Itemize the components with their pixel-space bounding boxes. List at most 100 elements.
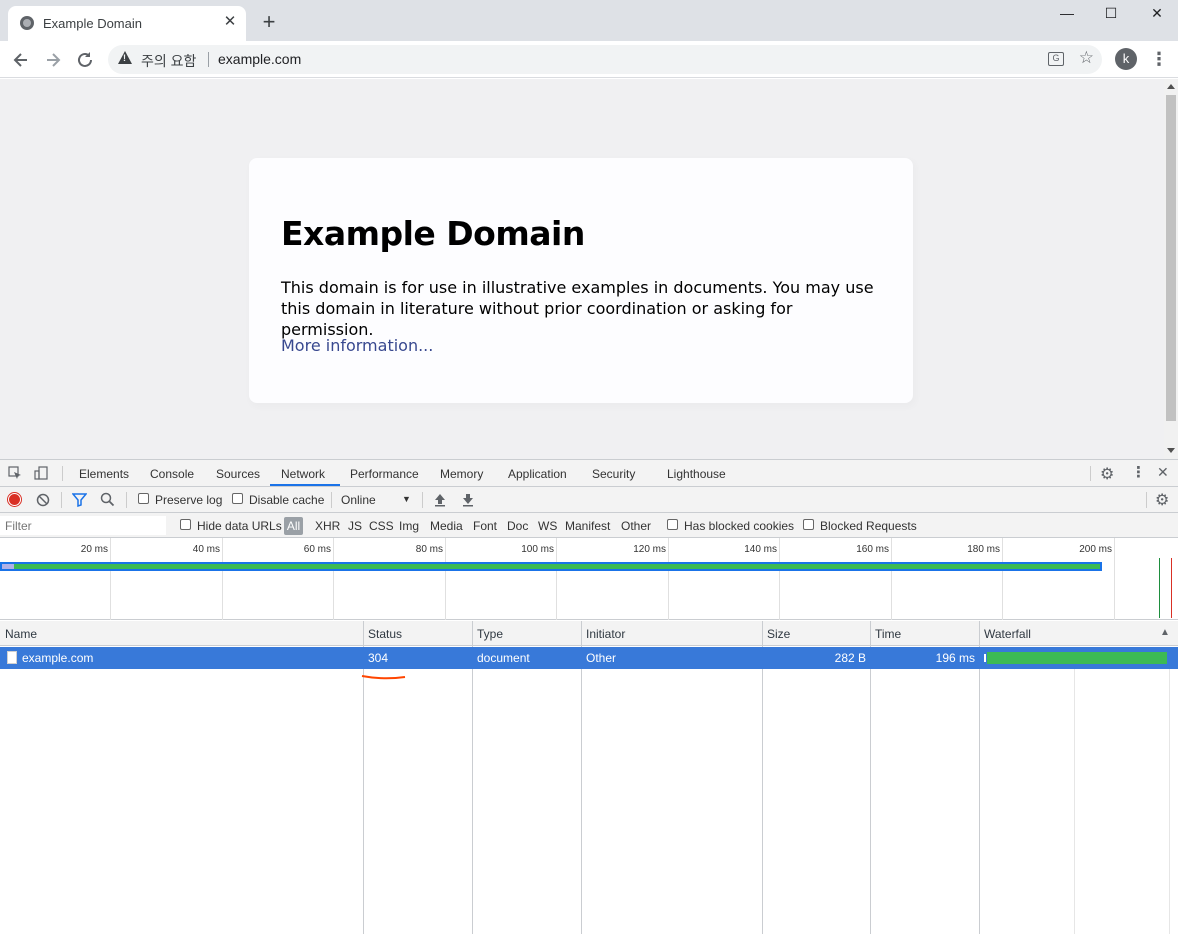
tab-elements[interactable]: Elements bbox=[79, 467, 129, 481]
tab-close-icon[interactable]: ✕ bbox=[222, 14, 238, 30]
hide-data-urls-checkbox[interactable] bbox=[180, 519, 191, 530]
divider bbox=[126, 492, 127, 508]
network-settings-gear-icon[interactable]: ⚙ bbox=[1155, 490, 1169, 510]
back-button[interactable] bbox=[8, 47, 34, 73]
waterfall-bar bbox=[987, 652, 1167, 664]
tab-performance[interactable]: Performance bbox=[350, 467, 419, 481]
throttling-select[interactable]: Online bbox=[341, 493, 376, 507]
filter-type-other[interactable]: Other bbox=[621, 519, 651, 533]
export-har-icon[interactable] bbox=[462, 493, 474, 507]
document-icon bbox=[7, 651, 17, 664]
filter-type-all[interactable]: All bbox=[284, 517, 303, 535]
filter-input[interactable] bbox=[0, 516, 166, 535]
network-overview[interactable]: 20 ms 40 ms 60 ms 80 ms 100 ms 120 ms 14… bbox=[0, 538, 1178, 620]
overview-gridline bbox=[222, 538, 223, 620]
device-toolbar-icon[interactable] bbox=[34, 466, 48, 480]
page-scrollbar[interactable] bbox=[1164, 79, 1178, 459]
waterfall-gridline bbox=[1074, 647, 1075, 934]
column-header-waterfall[interactable]: Waterfall bbox=[984, 627, 1031, 641]
blocked-requests-label: Blocked Requests bbox=[820, 519, 917, 533]
column-header-initiator[interactable]: Initiator bbox=[586, 627, 625, 641]
tab-memory[interactable]: Memory bbox=[440, 467, 483, 481]
minimize-button[interactable]: — bbox=[1044, 0, 1090, 28]
tab-network[interactable]: Network bbox=[281, 467, 325, 481]
filter-type-media[interactable]: Media bbox=[430, 519, 463, 533]
filter-type-img[interactable]: Img bbox=[399, 519, 419, 533]
tab-lighthouse[interactable]: Lighthouse bbox=[667, 467, 726, 481]
star-icon[interactable]: ☆ bbox=[1079, 48, 1094, 68]
tab-security[interactable]: Security bbox=[592, 467, 635, 481]
sort-ascending-icon[interactable]: ▲ bbox=[1160, 627, 1170, 638]
scroll-thumb[interactable] bbox=[1166, 95, 1176, 421]
filter-type-doc[interactable]: Doc bbox=[507, 519, 528, 533]
overview-request-bar bbox=[0, 562, 1102, 571]
more-info-link[interactable]: More information... bbox=[281, 336, 433, 355]
address-bar[interactable]: 주의 요함 example.com G ☆ bbox=[108, 45, 1102, 74]
settings-gear-icon[interactable]: ⚙ bbox=[1100, 464, 1114, 484]
request-initiator: Other bbox=[586, 651, 617, 665]
forward-button[interactable] bbox=[40, 47, 66, 73]
record-icon[interactable] bbox=[8, 493, 21, 506]
filter-type-font[interactable]: Font bbox=[473, 519, 497, 533]
filter-type-manifest[interactable]: Manifest bbox=[565, 519, 610, 533]
overview-gridline bbox=[1002, 538, 1003, 620]
page-viewport: Example Domain This domain is for use in… bbox=[0, 79, 1164, 459]
profile-avatar[interactable]: k bbox=[1115, 48, 1137, 70]
table-row[interactable]: example.com 304 document Other 282 B 196… bbox=[0, 647, 1178, 669]
new-tab-button[interactable]: + bbox=[258, 11, 280, 33]
blocked-requests-checkbox[interactable] bbox=[803, 519, 814, 530]
divider bbox=[208, 52, 209, 67]
preserve-log-label: Preserve log bbox=[155, 493, 223, 507]
divider bbox=[62, 466, 63, 481]
overview-gridline bbox=[333, 538, 334, 620]
close-window-button[interactable]: ✕ bbox=[1134, 0, 1178, 28]
filter-type-xhr[interactable]: XHR bbox=[315, 519, 340, 533]
overview-tick-label: 20 ms bbox=[80, 544, 108, 555]
chevron-down-icon[interactable]: ▼ bbox=[402, 494, 411, 504]
tab-sources[interactable]: Sources bbox=[216, 467, 260, 481]
search-icon[interactable] bbox=[100, 492, 115, 507]
devtools-menu-icon[interactable]: ⋮ bbox=[1131, 463, 1146, 481]
kebab-menu-icon[interactable]: ⋮ bbox=[1150, 48, 1168, 70]
active-tab-indicator bbox=[270, 484, 340, 486]
column-header-type[interactable]: Type bbox=[477, 627, 503, 641]
url-text[interactable]: example.com bbox=[218, 51, 301, 67]
warning-icon[interactable] bbox=[118, 51, 132, 64]
translate-icon[interactable]: G bbox=[1048, 52, 1064, 66]
inspect-element-icon[interactable] bbox=[8, 466, 22, 480]
reload-button[interactable] bbox=[72, 47, 98, 73]
scroll-down-icon[interactable] bbox=[1167, 448, 1175, 453]
scroll-up-icon[interactable] bbox=[1167, 84, 1175, 89]
filter-bar: Hide data URLs All XHR JS CSS Img Media … bbox=[0, 513, 1178, 538]
overview-tick-label: 60 ms bbox=[303, 544, 331, 555]
disable-cache-checkbox[interactable] bbox=[232, 493, 243, 504]
has-blocked-cookies-checkbox[interactable] bbox=[667, 519, 678, 530]
reload-icon bbox=[78, 52, 92, 67]
column-header-status[interactable]: Status bbox=[368, 627, 402, 641]
column-header-time[interactable]: Time bbox=[875, 627, 901, 641]
overview-gridline bbox=[779, 538, 780, 620]
filter-icon[interactable] bbox=[72, 493, 87, 507]
column-header-name[interactable]: Name bbox=[5, 627, 37, 641]
filter-type-js[interactable]: JS bbox=[348, 519, 362, 533]
filter-type-css[interactable]: CSS bbox=[369, 519, 394, 533]
import-har-icon[interactable] bbox=[434, 493, 446, 507]
divider bbox=[331, 492, 332, 508]
load-event-marker bbox=[1171, 558, 1172, 618]
filter-type-ws[interactable]: WS bbox=[538, 519, 557, 533]
overview-tick-label: 160 ms bbox=[856, 544, 889, 555]
tab-application[interactable]: Application bbox=[508, 467, 567, 481]
annotation-underline bbox=[361, 675, 406, 680]
maximize-button[interactable]: ☐ bbox=[1088, 0, 1134, 28]
clear-icon[interactable] bbox=[36, 493, 50, 507]
tab-console[interactable]: Console bbox=[150, 467, 194, 481]
close-devtools-icon[interactable]: ✕ bbox=[1157, 464, 1169, 481]
preserve-log-checkbox[interactable] bbox=[138, 493, 149, 504]
security-label[interactable]: 주의 요함 bbox=[141, 51, 196, 71]
column-header-size[interactable]: Size bbox=[767, 627, 790, 641]
arrow-right-icon bbox=[47, 53, 61, 67]
overview-gridline bbox=[110, 538, 111, 620]
browser-tab[interactable]: Example Domain ✕ bbox=[8, 6, 246, 41]
arrow-left-icon bbox=[13, 53, 27, 67]
page-paragraph: This domain is for use in illustrative e… bbox=[281, 278, 874, 339]
